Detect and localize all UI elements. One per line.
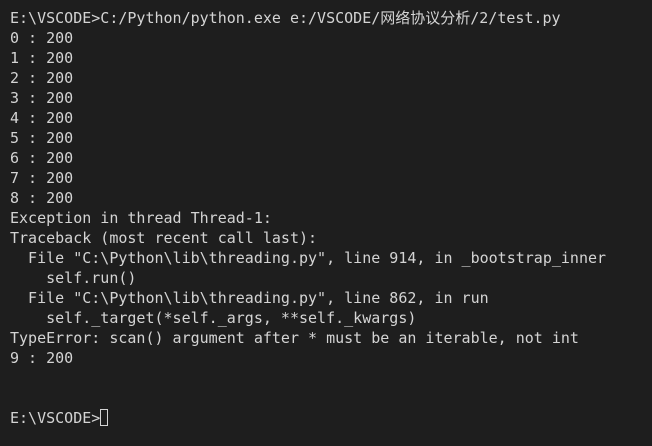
terminal-line: Traceback (most recent call last):: [10, 229, 318, 247]
terminal-line: Exception in thread Thread-1:: [10, 209, 272, 227]
terminal-prompt-line[interactable]: E:\VSCODE>: [10, 408, 652, 428]
terminal-line: self.run(): [10, 269, 137, 287]
terminal-line: 2 : 200: [10, 69, 74, 87]
terminal-prompt: E:\VSCODE>: [10, 409, 101, 427]
terminal-line: 1 : 200: [10, 49, 74, 67]
terminal-line: 3 : 200: [10, 89, 74, 107]
terminal-line: self._target(*self._args, **self._kwargs…: [10, 309, 417, 327]
text-cursor: [100, 409, 109, 426]
terminal-line: 4 : 200: [10, 109, 74, 127]
terminal-line: 6 : 200: [10, 149, 74, 167]
terminal-line: 0 : 200: [10, 29, 74, 47]
terminal-line: 5 : 200: [10, 129, 74, 147]
terminal-line: TypeError: scan() argument after * must …: [10, 329, 579, 347]
terminal-line: 8 : 200: [10, 189, 74, 207]
terminal-window[interactable]: E:\VSCODE>C:/Python/python.exe e:/VSCODE…: [0, 0, 652, 446]
terminal-line: 7 : 200: [10, 169, 74, 187]
terminal-line: File "C:\Python\lib\threading.py", line …: [10, 289, 489, 307]
terminal-line: 9 : 200: [10, 349, 74, 367]
terminal-line: File "C:\Python\lib\threading.py", line …: [10, 249, 607, 267]
terminal-line: E:\VSCODE>C:/Python/python.exe e:/VSCODE…: [10, 9, 561, 27]
